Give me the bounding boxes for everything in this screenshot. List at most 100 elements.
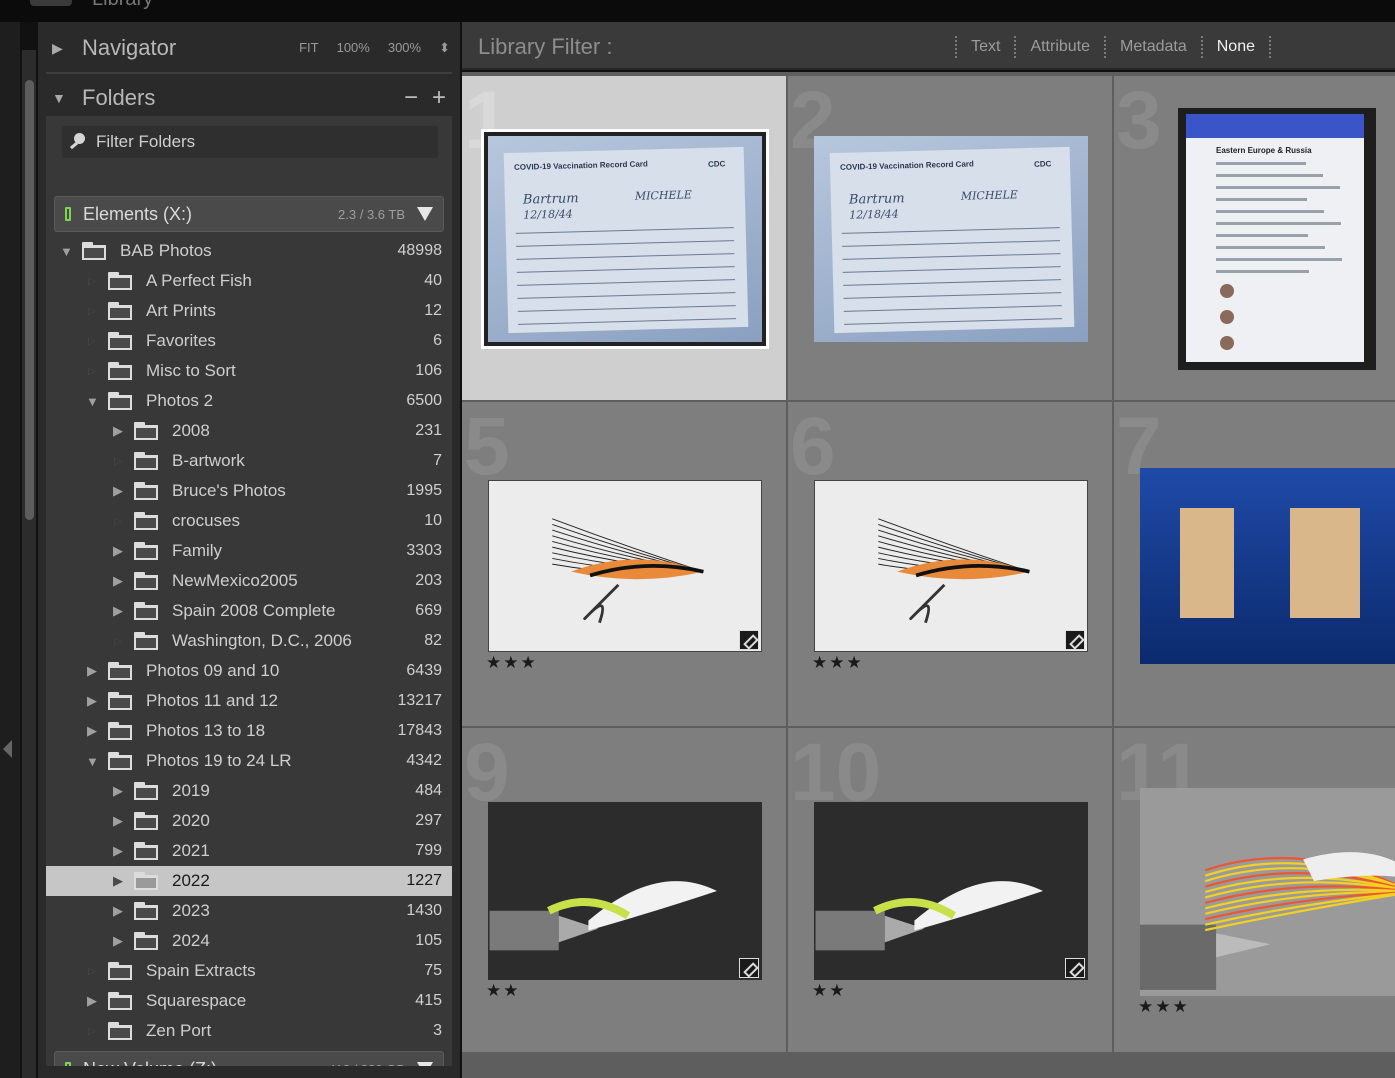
grid-cell[interactable]: 5 ★★★ xyxy=(462,402,786,726)
folder-row[interactable]: ▷ Spain Extracts 75 xyxy=(46,956,452,986)
grid-cell[interactable]: 2 COVID-19 Vaccination Record Card CDC Bart… xyxy=(788,76,1112,400)
folder-name: Squarespace xyxy=(146,991,247,1010)
folder-row[interactable]: ▼ Photos 2 6500 xyxy=(46,386,452,416)
photo-thumbnail[interactable] xyxy=(1140,468,1395,664)
folder-icon xyxy=(108,332,132,350)
expand-triangle-icon[interactable]: ▶ xyxy=(112,483,124,499)
grid-cell[interactable]: 7 xyxy=(1114,402,1395,726)
folder-row[interactable]: ▼ Photos 19 to 24 LR 4342 xyxy=(46,746,452,776)
star-rating[interactable]: ★★★ xyxy=(486,653,538,673)
expand-triangle-icon[interactable]: ▶ xyxy=(112,843,124,859)
develop-settings-badge-icon[interactable] xyxy=(739,630,759,650)
photo-thumbnail[interactable] xyxy=(1140,788,1395,996)
develop-settings-badge-icon[interactable] xyxy=(1065,958,1085,978)
star-rating[interactable]: ★★★ xyxy=(1138,997,1190,1017)
expand-triangle-icon[interactable]: ▶ xyxy=(112,873,124,889)
expand-triangle-icon[interactable]: ▶ xyxy=(52,40,72,57)
photo-thumbnail[interactable] xyxy=(814,802,1088,980)
expand-triangle-icon[interactable]: ▶ xyxy=(112,603,124,619)
expand-triangle-icon[interactable]: ▶ xyxy=(112,573,124,589)
grid-cell[interactable]: 11 ★★★ xyxy=(1114,728,1395,1052)
expand-triangle-icon[interactable]: ▶ xyxy=(112,543,124,559)
folders-header[interactable]: ▼ Folders xyxy=(38,76,460,120)
folder-row[interactable]: ▷ B-artwork 7 xyxy=(46,446,452,476)
zoom-100-option[interactable]: 100% xyxy=(337,40,370,56)
volume-elements[interactable]: Elements (X:) 2.3 / 3.6 TB xyxy=(54,196,444,232)
star-rating[interactable]: ★★ xyxy=(812,981,846,1001)
expand-triangle-icon[interactable]: ▶ xyxy=(86,723,98,739)
star-rating[interactable]: ★★★ xyxy=(812,653,864,673)
folder-row[interactable]: ▶ 2024 105 xyxy=(46,926,452,956)
collapse-left-panel-icon[interactable] xyxy=(3,740,12,758)
folder-row[interactable]: ▶ Photos 09 and 10 6439 xyxy=(46,656,452,686)
folder-row[interactable]: ▶ Bruce's Photos 1995 xyxy=(46,476,452,506)
zoom-300-option[interactable]: 300% xyxy=(388,40,421,56)
folder-row[interactable]: ▷ crocuses 10 xyxy=(46,506,452,536)
collapse-triangle-icon[interactable]: ▼ xyxy=(86,394,99,409)
grid-cell[interactable]: 1 COVID-19 Vaccination Record Card CDC Bart… xyxy=(462,76,786,400)
remove-folder-button[interactable]: − xyxy=(404,84,418,112)
collapse-triangle-icon[interactable]: ▼ xyxy=(60,244,73,259)
folder-row[interactable]: ▶ Photos 11 and 12 13217 xyxy=(46,686,452,716)
expand-triangle-icon[interactable]: ▶ xyxy=(86,693,98,709)
star-rating[interactable]: ★★ xyxy=(486,981,520,1001)
photo-thumbnail[interactable]: COVID-19 Vaccination Record Card CDC Bartr… xyxy=(814,136,1088,342)
folder-icon xyxy=(134,782,158,800)
expand-triangle-icon[interactable]: ▶ xyxy=(112,903,124,919)
collapse-triangle-icon[interactable]: ▼ xyxy=(52,90,72,106)
folder-row[interactable]: ▷ A Perfect Fish 40 xyxy=(46,266,452,296)
volume-dropdown-icon[interactable] xyxy=(417,207,433,221)
folder-row[interactable]: ▶ 2020 297 xyxy=(46,806,452,836)
folder-row[interactable]: ▷ Washington, D.C., 2006 82 xyxy=(46,626,452,656)
photo-thumbnail[interactable] xyxy=(488,480,762,652)
photo-thumbnail[interactable] xyxy=(488,802,762,980)
left-panel-scrollbar[interactable] xyxy=(22,50,36,1078)
add-folder-button[interactable]: + xyxy=(432,84,446,112)
folder-row[interactable]: ▶ Family 3303 xyxy=(46,536,452,566)
expand-triangle-icon[interactable]: ▶ xyxy=(112,933,124,949)
photo-thumbnail[interactable] xyxy=(814,480,1088,652)
folder-row[interactable]: ▷ Art Prints 12 xyxy=(46,296,452,326)
collapse-triangle-icon[interactable]: ▼ xyxy=(86,754,99,769)
expand-triangle-icon[interactable]: ▶ xyxy=(86,663,98,679)
folder-row[interactable]: ▶ Squarespace 415 xyxy=(46,986,452,1016)
zoom-stepper-icon[interactable]: ⬍ xyxy=(439,40,450,56)
folder-row[interactable]: ▷ Misc to Sort 106 xyxy=(46,356,452,386)
scrollbar-thumb[interactable] xyxy=(25,80,34,520)
folder-row[interactable]: ▶ NewMexico2005 203 xyxy=(46,566,452,596)
folder-row[interactable]: ▷ Favorites 6 xyxy=(46,326,452,356)
folder-row[interactable]: ▶ 2023 1430 xyxy=(46,896,452,926)
folder-row[interactable]: ▶ 2021 799 xyxy=(46,836,452,866)
folder-row[interactable]: ▶ Spain 2008 Complete 669 xyxy=(46,596,452,626)
zoom-fit-option[interactable]: FIT xyxy=(299,40,319,56)
photo-thumbnail[interactable]: Eastern Europe & Russia xyxy=(1178,108,1376,370)
folder-icon xyxy=(134,512,158,530)
tab-attribute[interactable]: Attribute xyxy=(1030,38,1090,56)
grid-cell[interactable]: 3 Eastern Europe & Russia xyxy=(1114,76,1395,400)
filter-folders-input[interactable]: Filter Folders xyxy=(62,126,438,158)
expand-triangle-icon[interactable]: ▶ xyxy=(112,813,124,829)
grid-cell[interactable]: 9 ★★ xyxy=(462,728,786,1052)
tab-text[interactable]: Text xyxy=(971,38,1000,56)
card-line xyxy=(516,253,735,260)
develop-settings-badge-icon[interactable] xyxy=(739,958,759,978)
expand-triangle-icon[interactable]: ▶ xyxy=(86,993,98,1009)
folder-count: 75 xyxy=(424,962,442,979)
folder-icon xyxy=(134,632,158,650)
photo-thumbnail[interactable]: COVID-19 Vaccination Record Card CDC Bartr… xyxy=(481,129,769,349)
folder-row[interactable]: ▷ Zen Port 3 xyxy=(46,1016,452,1046)
left-panel-edge[interactable] xyxy=(0,22,20,1078)
folder-row[interactable]: ▶ 2022 1227 xyxy=(46,866,452,896)
folder-row[interactable]: ▶ Photos 13 to 18 17843 xyxy=(46,716,452,746)
grid-cell[interactable]: 6 ★★★ xyxy=(788,402,1112,726)
tab-metadata[interactable]: Metadata xyxy=(1120,38,1187,56)
expand-triangle-icon[interactable]: ▶ xyxy=(112,783,124,799)
grid-cell[interactable]: 10 ★★ xyxy=(788,728,1112,1052)
expand-triangle-icon[interactable]: ▶ xyxy=(112,423,124,439)
tab-none[interactable]: None xyxy=(1217,38,1255,56)
folder-row[interactable]: ▶ 2008 231 xyxy=(46,416,452,446)
develop-settings-badge-icon[interactable] xyxy=(1065,630,1085,650)
folder-row[interactable]: ▶ 2019 484 xyxy=(46,776,452,806)
folder-icon xyxy=(108,1022,132,1040)
folder-row[interactable]: ▼ BAB Photos 48998 xyxy=(46,236,452,266)
